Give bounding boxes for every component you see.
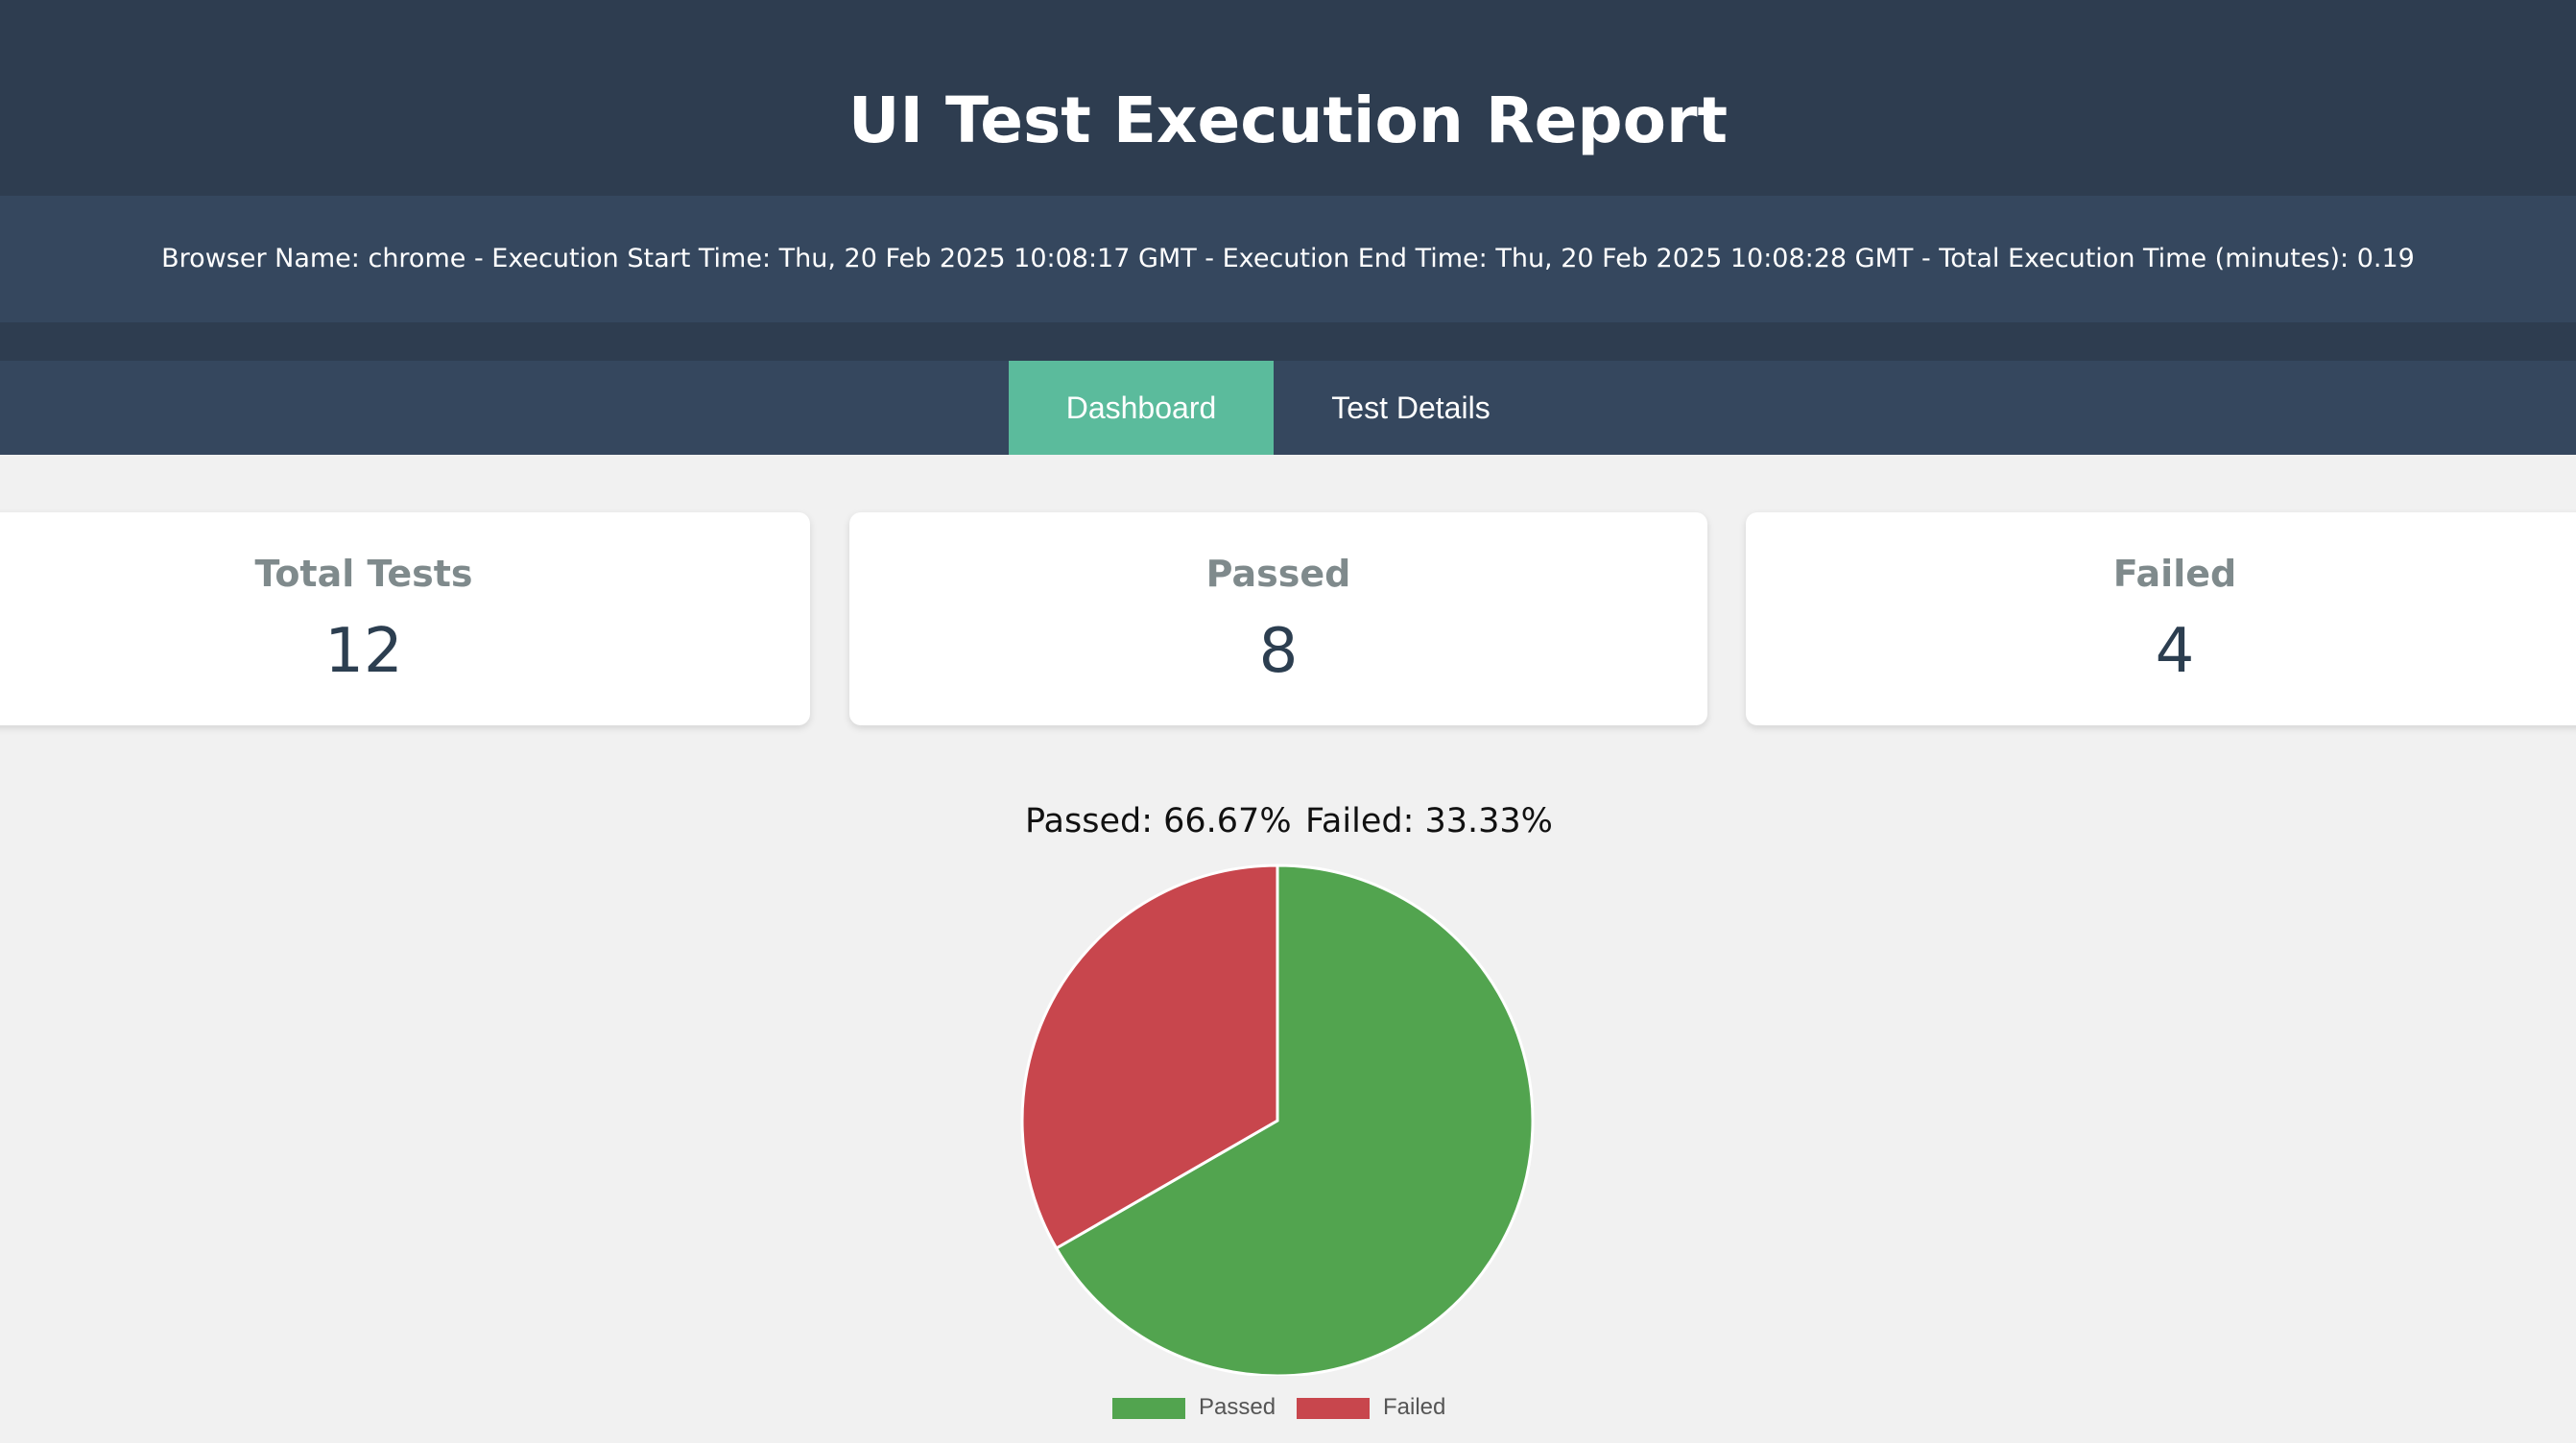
passed-value: 8 (1258, 616, 1299, 687)
report-header: UI Test Execution Report Browser Name: c… (0, 0, 2576, 363)
failed-value: 4 (2155, 616, 2195, 687)
failed-percent-label: Failed: 33.33% (1305, 802, 1553, 840)
total-tests-value: 12 (324, 616, 403, 687)
legend-failed: Failed (1297, 1394, 1469, 1420)
nav-bar: Dashboard Test Details (0, 361, 2576, 455)
tab-dashboard[interactable]: Dashboard (1009, 361, 1274, 455)
legend-passed-swatch (1112, 1398, 1185, 1419)
execution-info-band: Browser Name: chrome - Execution Start T… (0, 196, 2576, 322)
passed-percent-label: Passed: 66.67% (1025, 802, 1292, 840)
legend-passed-label: Passed (1199, 1394, 1276, 1420)
total-tests-card: Total Tests 12 (0, 512, 810, 725)
tab-test-details[interactable]: Test Details (1274, 361, 1548, 455)
total-tests-label: Total Tests (254, 553, 473, 595)
passed-card: Passed 8 (849, 512, 1707, 725)
failed-card: Failed 4 (1746, 512, 2576, 725)
failed-label: Failed (2112, 553, 2237, 595)
passed-label: Passed (1205, 553, 1351, 595)
legend-failed-swatch (1297, 1398, 1370, 1419)
page-title: UI Test Execution Report (847, 83, 1729, 157)
execution-info-text: Browser Name: chrome - Execution Start T… (161, 244, 2415, 273)
pass-fail-pie-chart (1020, 863, 1535, 1376)
legend-failed-label: Failed (1383, 1394, 1446, 1420)
legend-passed: Passed (1112, 1394, 1285, 1420)
